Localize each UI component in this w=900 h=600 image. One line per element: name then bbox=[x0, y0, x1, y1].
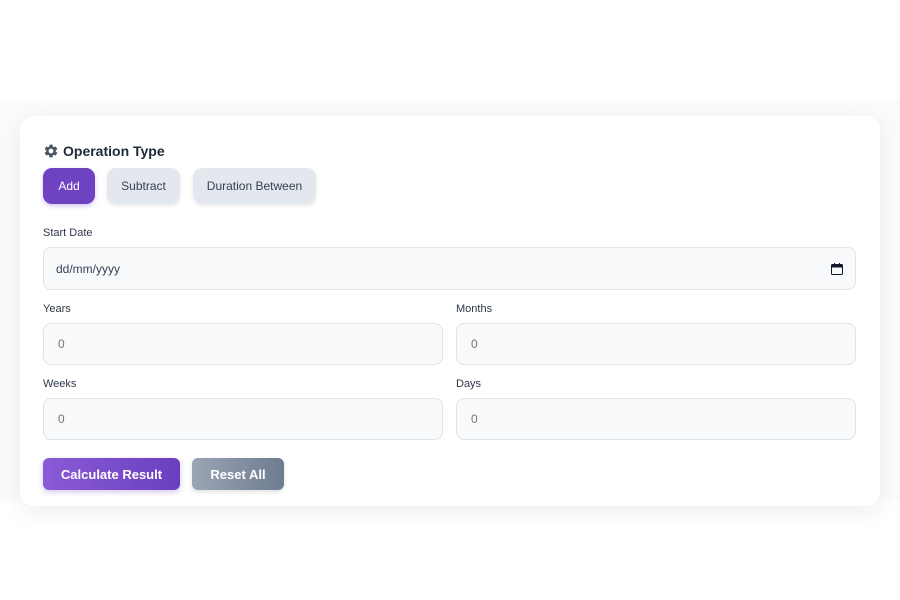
years-input[interactable] bbox=[56, 336, 430, 352]
years-label: Years bbox=[43, 303, 71, 315]
operation-type-title: Operation Type bbox=[63, 143, 165, 159]
operation-type-heading: Operation Type bbox=[43, 141, 165, 161]
days-field[interactable] bbox=[456, 398, 856, 440]
weeks-field[interactable] bbox=[43, 398, 443, 440]
start-date-label: Start Date bbox=[43, 227, 93, 239]
weeks-input[interactable] bbox=[56, 411, 430, 427]
years-field[interactable] bbox=[43, 323, 443, 365]
months-field[interactable] bbox=[456, 323, 856, 365]
calculate-result-button[interactable]: Calculate Result bbox=[43, 458, 180, 490]
reset-all-button[interactable]: Reset All bbox=[192, 458, 284, 490]
days-label: Days bbox=[456, 378, 482, 390]
gear-icon bbox=[44, 144, 58, 158]
start-date-input[interactable]: dd/mm/yyyy bbox=[43, 247, 856, 290]
weeks-label: Weeks bbox=[43, 378, 77, 390]
months-input[interactable] bbox=[469, 336, 843, 352]
start-date-placeholder: dd/mm/yyyy bbox=[56, 261, 121, 276]
calendar-icon[interactable] bbox=[831, 262, 843, 275]
add-button[interactable]: Add bbox=[43, 168, 95, 204]
duration-between-button[interactable]: Duration Between bbox=[193, 168, 316, 204]
subtract-button[interactable]: Subtract bbox=[107, 168, 180, 204]
days-input[interactable] bbox=[469, 411, 843, 427]
months-label: Months bbox=[456, 303, 493, 315]
